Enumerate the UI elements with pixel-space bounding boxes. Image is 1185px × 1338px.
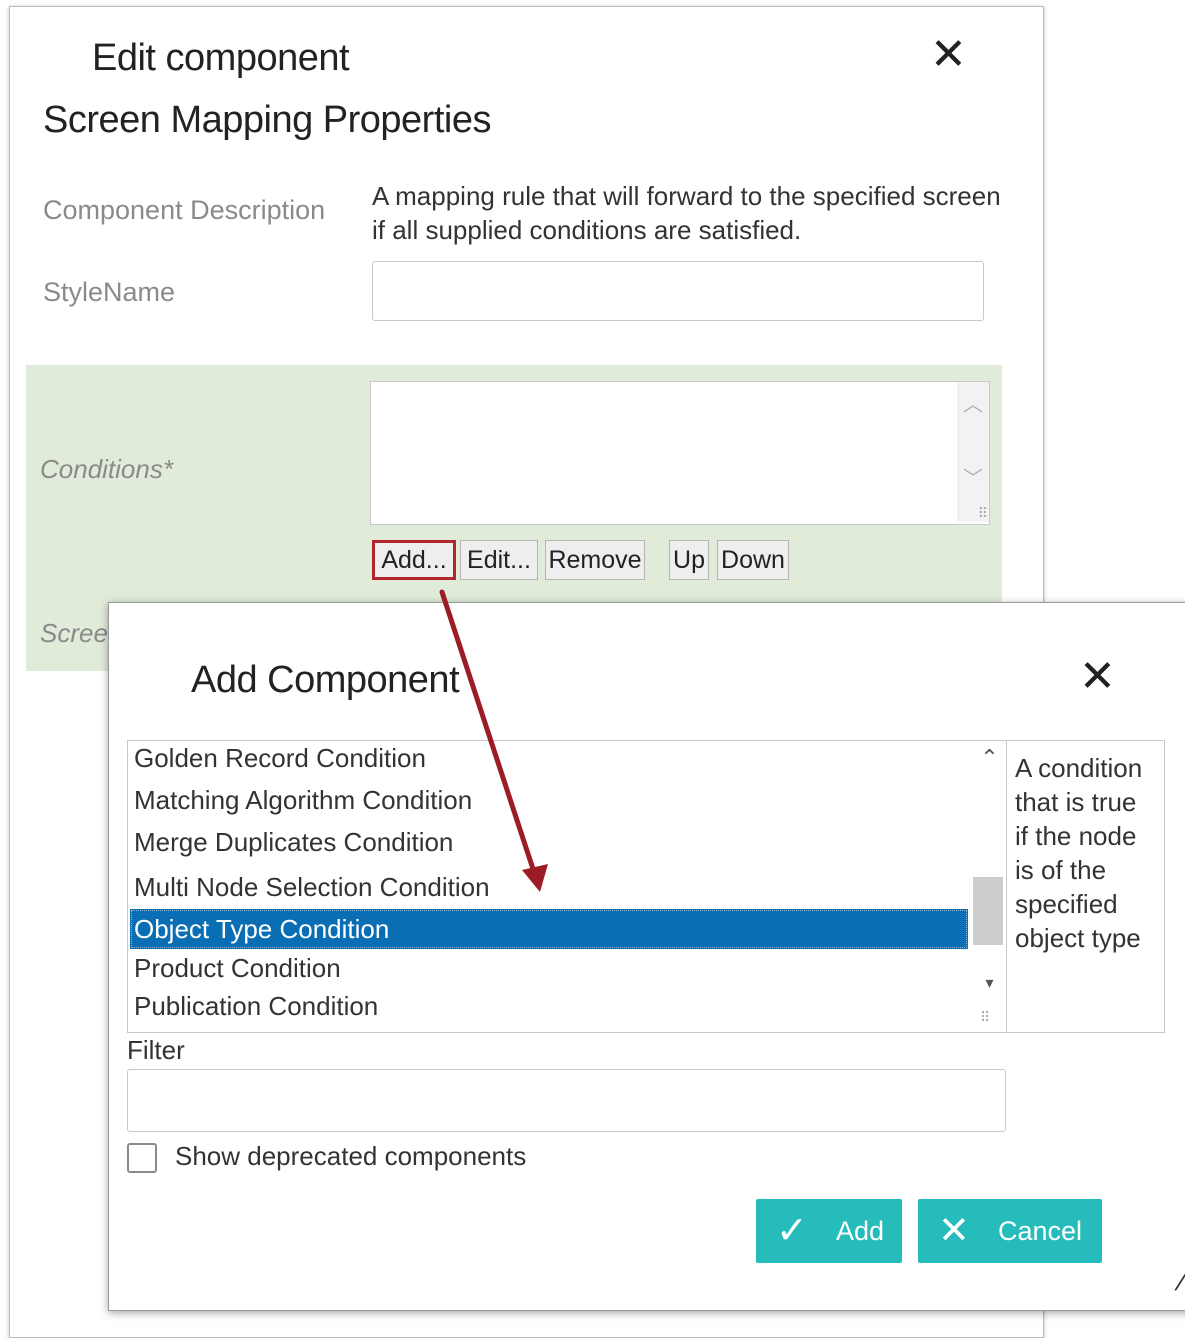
edit-condition-button[interactable]: Edit...	[460, 540, 538, 580]
list-item[interactable]: Multi Node Selection Condition	[134, 872, 490, 903]
cancel-button-label: Cancel	[998, 1216, 1083, 1246]
component-description-text: A mapping rule that will forward to the …	[372, 181, 1001, 245]
close-icon: ✕	[938, 1210, 970, 1252]
triangle-down-icon[interactable]: ▾	[973, 973, 1006, 993]
scrollbar-thumb[interactable]	[973, 877, 1003, 945]
filter-label: Filter	[127, 1035, 185, 1065]
component-description-label: Component Description	[43, 195, 326, 225]
check-icon: ✓	[776, 1210, 808, 1252]
add-button[interactable]: ✓ Add	[756, 1199, 902, 1263]
move-up-button[interactable]: Up	[669, 540, 709, 580]
component-list-scrollbar[interactable]: ⌃ ▾	[973, 741, 1006, 1032]
show-deprecated-checkbox[interactable]	[127, 1143, 157, 1173]
chevron-down-icon[interactable]: ﹀	[957, 462, 989, 491]
move-down-button[interactable]: Down	[717, 540, 789, 580]
conditions-list[interactable]: ︿ ﹀ ⠿	[370, 381, 990, 525]
list-item[interactable]: Matching Algorithm Condition	[134, 785, 472, 816]
section-title: Screen Mapping Properties	[43, 99, 491, 141]
list-item-selected[interactable]: Object Type Condition	[130, 909, 968, 949]
list-item[interactable]: Merge Duplicates Condition	[134, 827, 453, 858]
resize-grip-icon[interactable]: ⠿	[980, 1009, 990, 1026]
component-help-text: A condition that is true if the node is …	[1006, 740, 1165, 1033]
resize-grip-icon[interactable]: ⠿	[978, 505, 988, 522]
component-list[interactable]: Golden Record Condition Matching Algorit…	[127, 740, 1007, 1033]
screen-label: Scree	[40, 618, 108, 648]
stylename-label: StyleName	[43, 277, 176, 307]
list-item[interactable]: Golden Record Condition	[134, 743, 426, 774]
list-item[interactable]: Product Condition	[134, 953, 341, 984]
add-condition-button[interactable]: Add...	[372, 540, 456, 580]
dialog-resize-grip-icon[interactable]: ///	[1172, 1270, 1181, 1296]
filter-input[interactable]	[127, 1069, 1006, 1132]
close-icon[interactable]: ✕	[1079, 655, 1116, 699]
edit-dialog-title: Edit component	[92, 37, 350, 79]
conditions-label: Conditions*	[40, 454, 173, 484]
chevron-up-icon[interactable]: ⌃	[973, 745, 1006, 771]
show-deprecated-label: Show deprecated components	[175, 1141, 527, 1171]
add-button-label: Add	[836, 1216, 885, 1246]
add-component-dialog: Add Component ✕ Golden Record Condition …	[108, 602, 1185, 1311]
chevron-up-icon[interactable]: ︿	[957, 388, 989, 417]
conditions-scrollbar[interactable]: ︿ ﹀	[957, 382, 989, 522]
add-dialog-title: Add Component	[191, 659, 460, 701]
cancel-button[interactable]: ✕ Cancel	[918, 1199, 1102, 1263]
close-icon[interactable]: ✕	[930, 33, 967, 77]
stylename-input[interactable]	[372, 261, 984, 321]
list-item[interactable]: Publication Condition	[134, 991, 378, 1022]
remove-condition-button[interactable]: Remove	[545, 540, 645, 580]
